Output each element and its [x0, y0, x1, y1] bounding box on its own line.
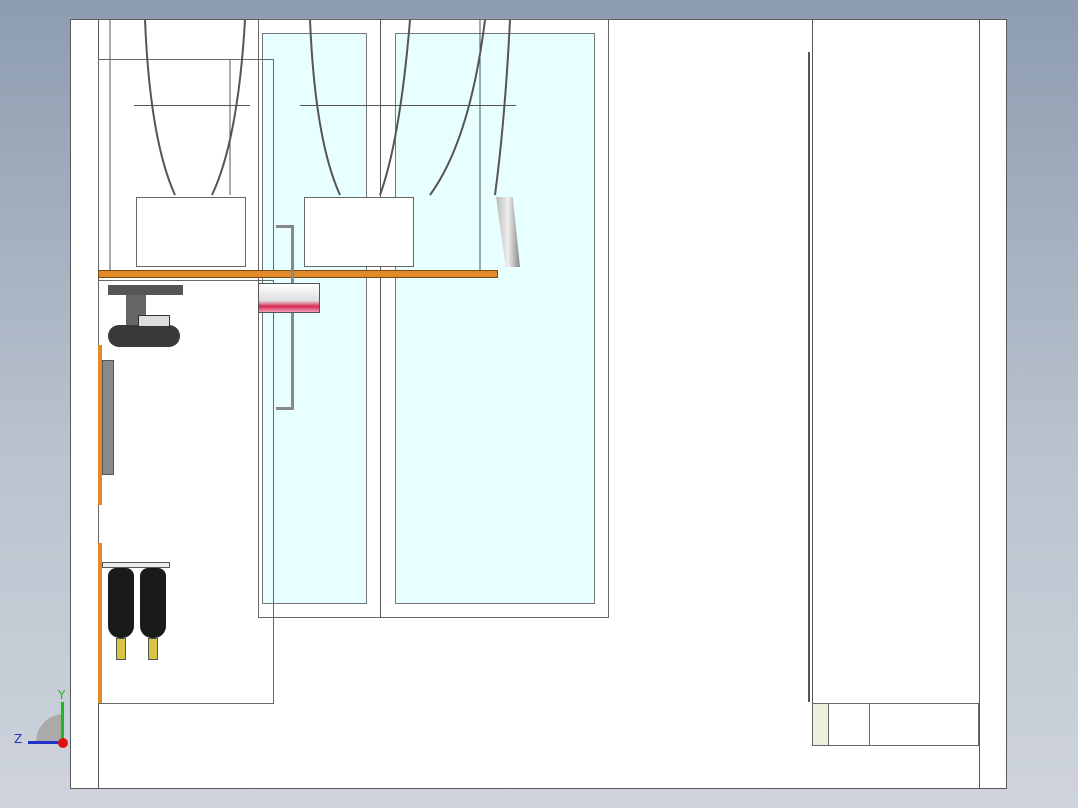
- rod-right: [300, 105, 516, 106]
- burner-assembly: [258, 283, 320, 313]
- cylinder-valve-1: [116, 638, 126, 660]
- y-axis-label: Y: [58, 688, 66, 702]
- cylinder-rack: [102, 562, 170, 568]
- frame-vertical-right: [812, 19, 813, 746]
- rod-left: [134, 105, 250, 106]
- shelf-board: [98, 270, 498, 278]
- gas-regulator: [108, 285, 183, 360]
- wall-edge: [808, 52, 810, 702]
- gas-cylinder-1: [108, 568, 134, 638]
- axis-origin: [58, 738, 68, 748]
- gas-cylinder-2: [140, 568, 166, 638]
- pipe-handle: [276, 225, 294, 410]
- z-axis-label: Z: [14, 732, 23, 746]
- title-block-swatch: [812, 703, 829, 746]
- title-block-cell-b: [869, 703, 979, 746]
- title-block-cell-a: [828, 703, 870, 746]
- inner-border-right: [979, 19, 980, 789]
- axis-triad: Y Z: [14, 688, 74, 748]
- pot-middle: [304, 197, 414, 267]
- side-panel-gray: [102, 360, 114, 475]
- y-axis-arrow: [61, 702, 64, 742]
- cylinder-valve-2: [148, 638, 158, 660]
- window-mullion: [380, 19, 381, 618]
- glass-panel-right: [395, 33, 595, 604]
- pot-left: [136, 197, 246, 267]
